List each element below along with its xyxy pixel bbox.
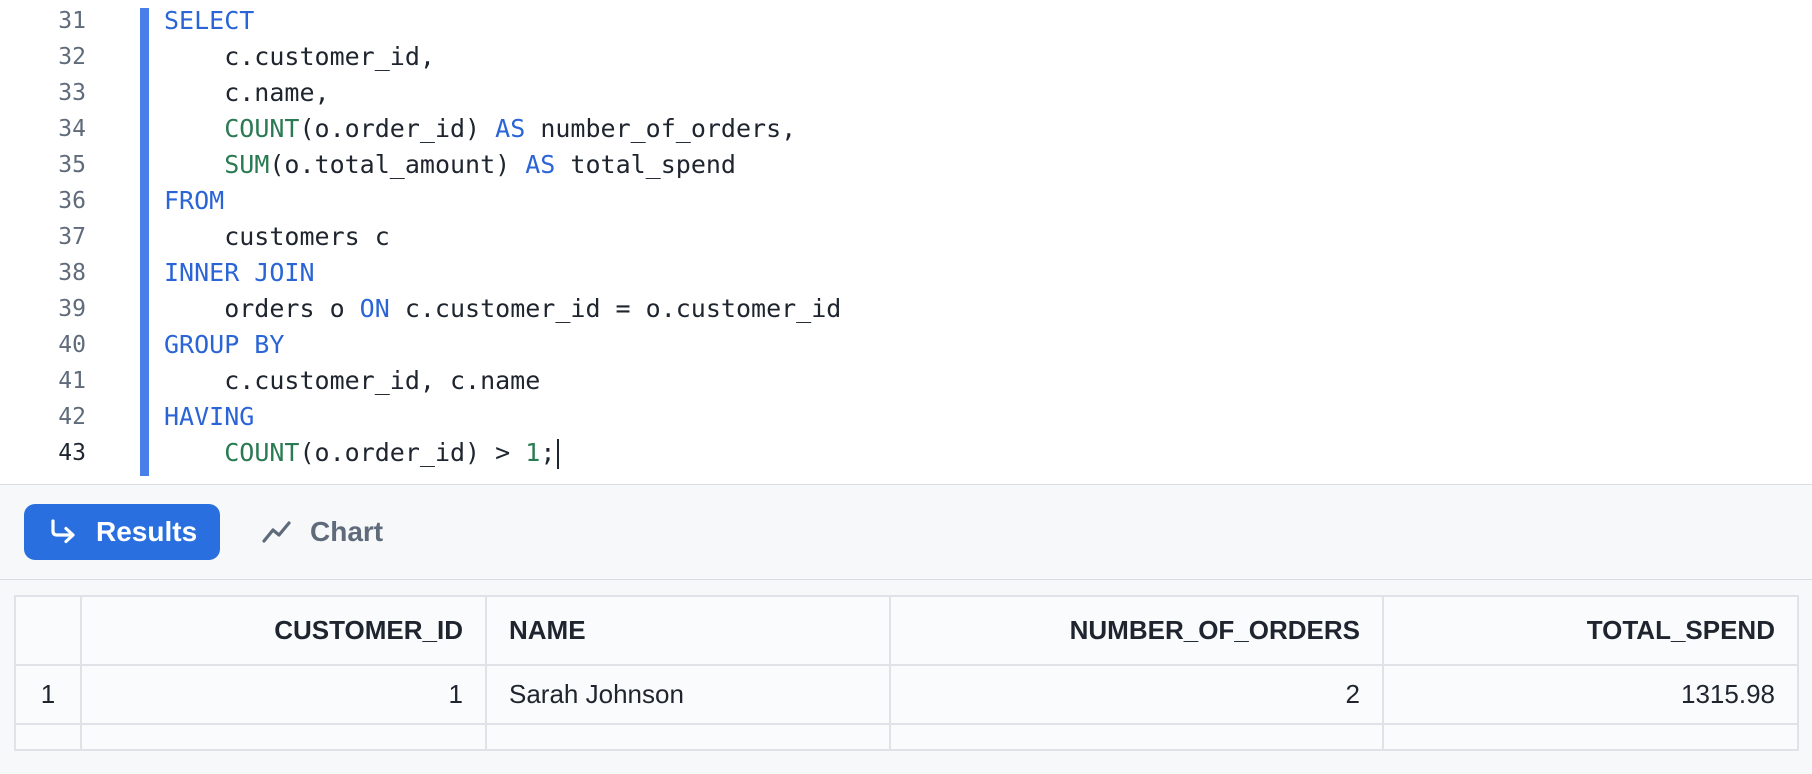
line-chart-icon [262,521,291,543]
code-text[interactable]: FROM [164,183,224,219]
code-text[interactable]: c.customer_id, c.name [164,363,540,399]
column-header-total-spend[interactable]: TOTAL_SPEND [1382,595,1799,666]
line-number: 42 [58,404,86,430]
line-number: 41 [58,368,86,394]
column-header-customer-id[interactable]: CUSTOMER_ID [80,595,487,666]
empty-cell [889,723,1384,751]
code-text[interactable]: SUM(o.total_amount) AS total_spend [164,147,736,183]
sql-text: ; [540,438,556,467]
sql-keyword: ON [359,294,390,323]
code-line[interactable]: 42 HAVING [0,399,1812,435]
sql-keyword: AS [525,150,556,179]
results-toolbar: Results Chart [0,485,1812,579]
code-text[interactable]: COUNT(o.order_id) > 1; [164,435,560,471]
line-number: 32 [58,44,86,70]
sql-keyword: HAVING [164,402,255,431]
empty-cell [14,723,82,751]
sql-text: total_spend [555,150,736,179]
code-line[interactable]: 32 c.customer_id, [0,39,1812,75]
row-number: 1 [14,664,82,725]
cell-total-spend[interactable]: 1315.98 [1382,664,1799,725]
return-arrow-icon [51,519,75,544]
sql-keyword: FROM [164,186,225,215]
line-number: 43 [58,440,86,466]
code-text[interactable]: HAVING [164,399,254,435]
code-text[interactable]: c.name, [164,75,330,111]
sql-function: SUM [224,150,270,179]
empty-cell [485,723,891,751]
sql-text: c.customer_id, c.name [164,366,541,395]
line-number: 33 [58,80,86,106]
code-line[interactable]: 31 SELECT [0,3,1812,39]
sql-function: COUNT [224,438,300,467]
sql-text: (o.order_id) [299,114,496,143]
code-text[interactable]: INNER JOIN [164,255,315,291]
row-number-header [14,595,82,666]
sql-keyword: INNER JOIN [164,258,315,287]
code-text[interactable]: c.customer_id, [164,39,435,75]
sql-keyword: GROUP BY [164,330,285,359]
line-number: 34 [58,116,86,142]
code-text[interactable]: customers c [164,219,390,255]
code-line[interactable]: 37 customers c [0,219,1812,255]
cell-name[interactable]: Sarah Johnson [485,664,891,725]
line-number: 40 [58,332,86,358]
code-line[interactable]: 43 COUNT(o.order_id) > 1; [0,435,1812,471]
code-line[interactable]: 35 SUM(o.total_amount) AS total_spend [0,147,1812,183]
header-row: CUSTOMER_ID NAME NUMBER_OF_ORDERS TOTAL_… [14,595,1799,666]
sql-text: c.customer_id, [164,42,435,71]
results-panel: CUSTOMER_ID NAME NUMBER_OF_ORDERS TOTAL_… [0,580,1812,774]
results-tab-button[interactable]: Results [24,504,220,560]
chart-tab-label: Chart [310,516,384,547]
table-row[interactable]: 1 1 Sarah Johnson 2 1315.98 [14,664,1799,725]
chart-tab-button[interactable]: Chart [258,504,408,560]
code-line[interactable]: 39 orders o ON c.customer_id = o.custome… [0,291,1812,327]
column-header-number-of-orders[interactable]: NUMBER_OF_ORDERS [889,595,1384,666]
empty-cell [1382,723,1799,751]
results-table: CUSTOMER_ID NAME NUMBER_OF_ORDERS TOTAL_… [14,595,1799,751]
sql-text: orders o [164,294,360,323]
sql-text: c.customer_id = o.customer_id [389,294,842,323]
line-number: 36 [58,188,86,214]
sql-text: (o.total_amount) [269,150,526,179]
text-cursor [557,439,560,469]
code-line[interactable]: 38 INNER JOIN [0,255,1812,291]
sql-keyword: AS [495,114,526,143]
line-number: 31 [58,8,86,34]
code-line[interactable]: 33 c.name, [0,75,1812,111]
code-text[interactable]: orders o ON c.customer_id = o.customer_i… [164,291,841,327]
code-line[interactable]: 40 GROUP BY [0,327,1812,363]
column-header-name[interactable]: NAME [485,595,891,666]
sql-keyword: SELECT [164,6,255,35]
sql-text: customers c [164,222,390,251]
sql-editor[interactable]: 31 SELECT 32 c.customer_id, 33 c.name, 34 CO… [0,0,1812,484]
line-number: 35 [58,152,86,178]
empty-row [14,723,1799,751]
code-line[interactable]: 41 c.customer_id, c.name [0,363,1812,399]
sql-function: COUNT [224,114,300,143]
code-text[interactable]: COUNT(o.order_id) AS number_of_orders, [164,111,796,147]
code-text[interactable]: GROUP BY [164,327,284,363]
code-line[interactable]: 36 FROM [0,183,1812,219]
cell-customer-id[interactable]: 1 [80,664,487,725]
results-tab-label: Results [96,516,198,547]
empty-cell [80,723,487,751]
line-number: 37 [58,224,86,250]
sql-number: 1 [525,438,541,467]
line-number: 39 [58,296,86,322]
code-text[interactable]: SELECT [164,3,254,39]
code-line[interactable]: 34 COUNT(o.order_id) AS number_of_orders… [0,111,1812,147]
sql-text: number_of_orders, [525,114,797,143]
sql-text: c.name, [164,78,330,107]
cell-number-of-orders[interactable]: 2 [889,664,1384,725]
sql-text: (o.order_id) > [299,438,526,467]
line-number: 38 [58,260,86,286]
